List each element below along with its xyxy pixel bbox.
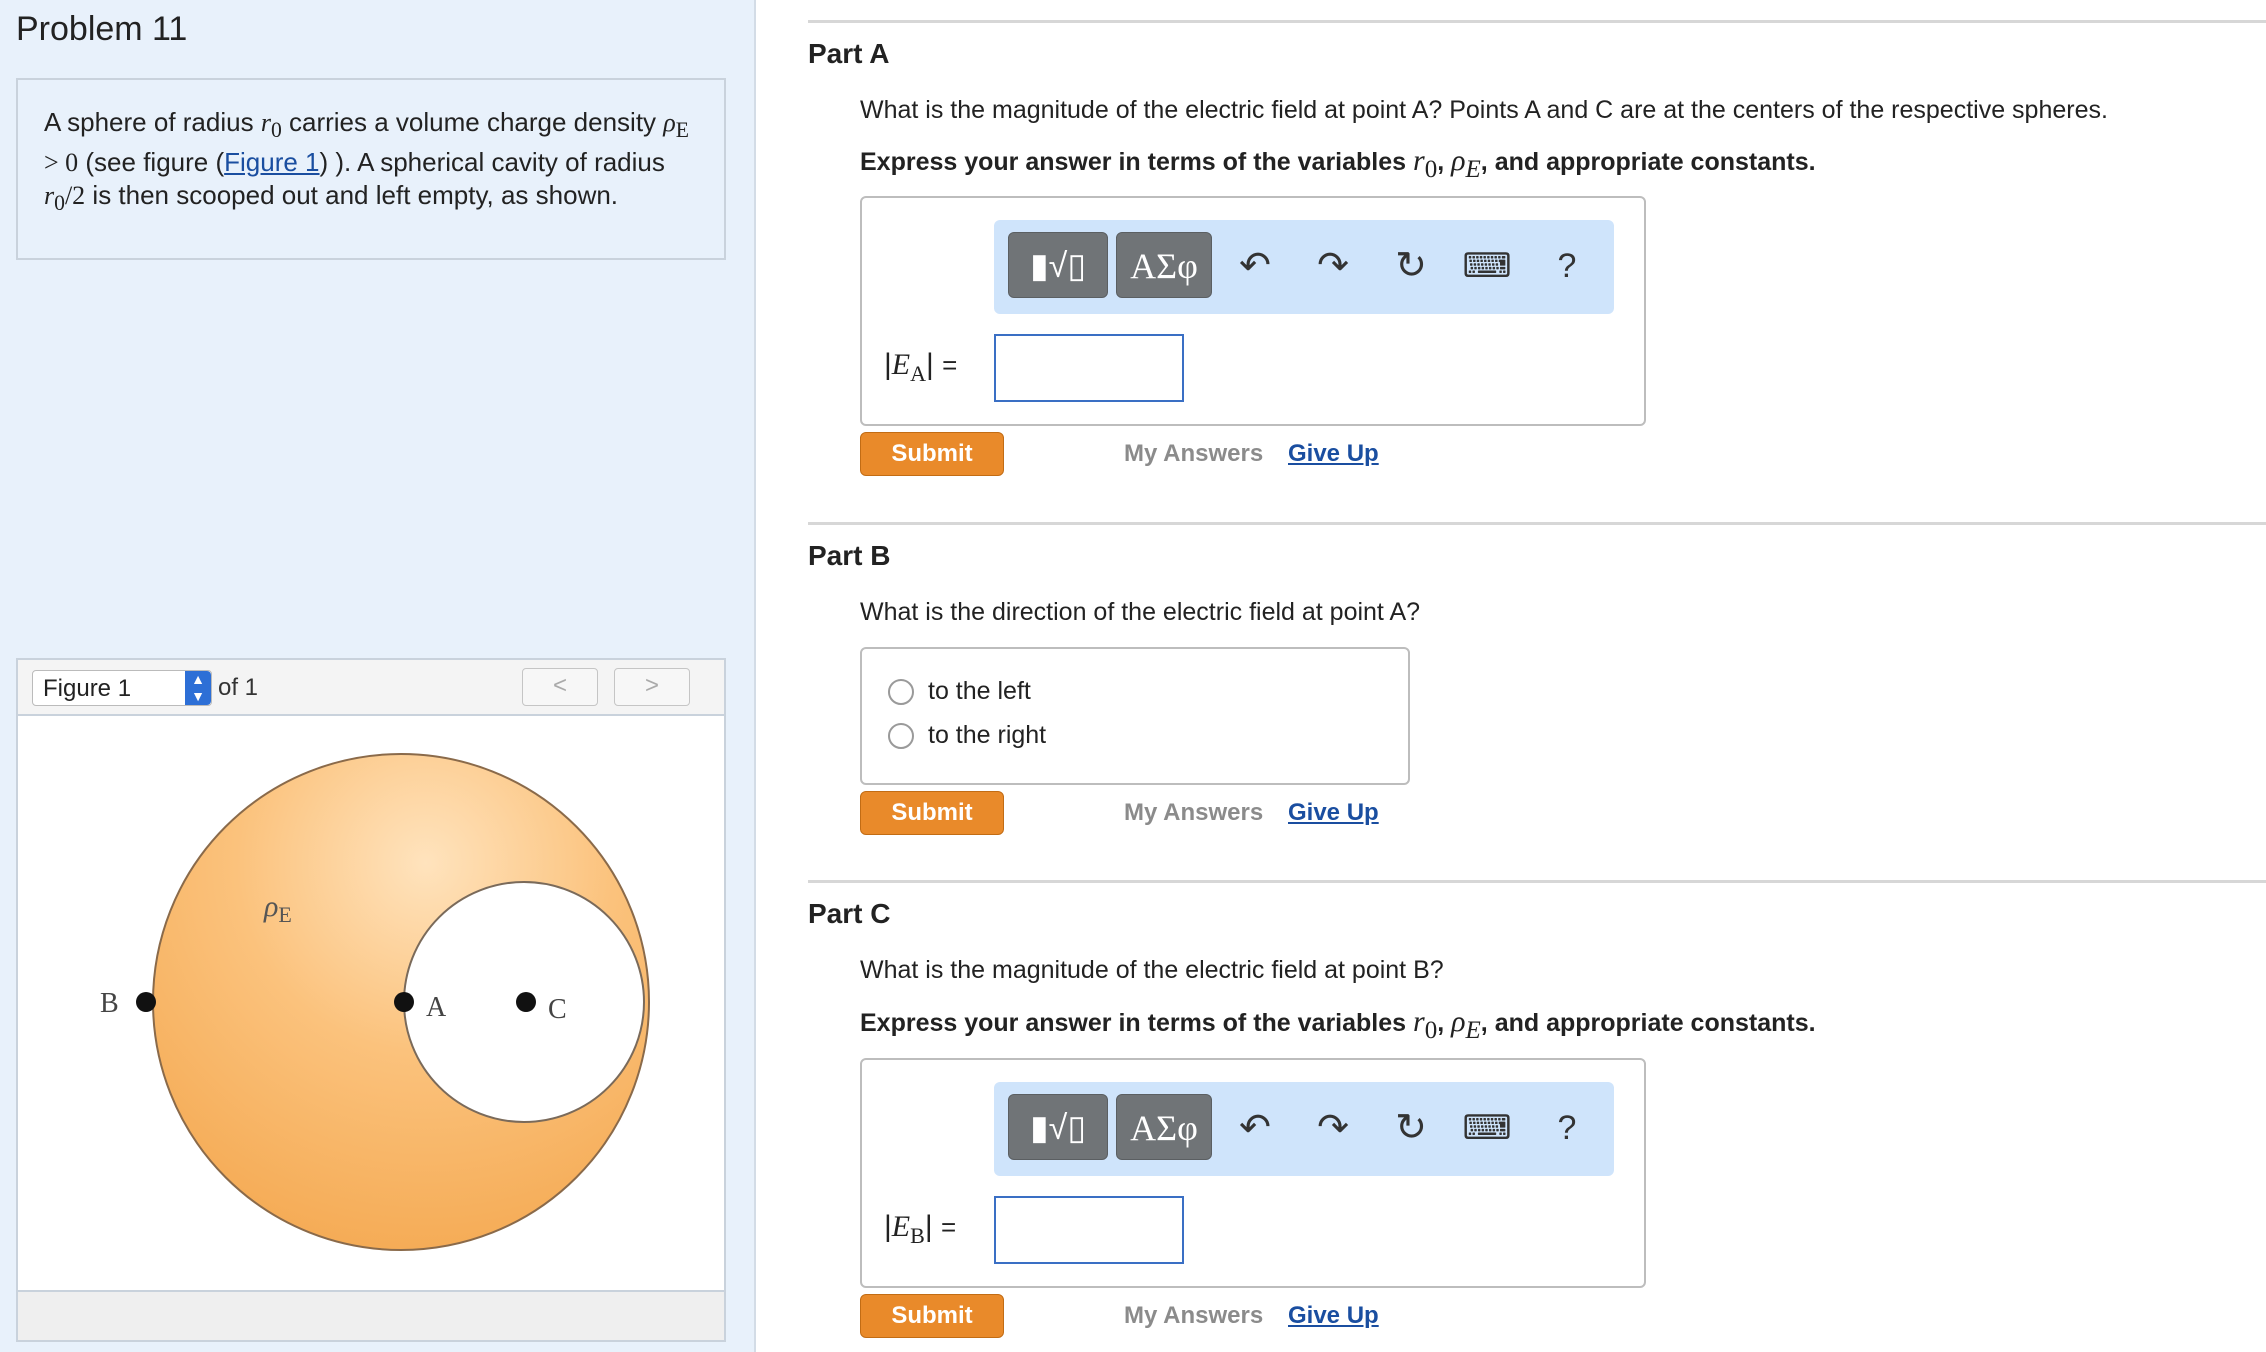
point-A-dot: [394, 992, 414, 1012]
part-divider: [808, 880, 2266, 883]
point-B-dot: [136, 992, 156, 1012]
part-c-my-answers: My Answers: [1124, 1302, 1264, 1329]
part-c-submit-button[interactable]: Submit: [860, 1294, 1004, 1338]
chevron-left-icon: <: [552, 672, 567, 699]
part-c-question: What is the magnitude of the electric fi…: [860, 956, 1444, 984]
point-C-dot: [516, 992, 536, 1012]
undo-icon[interactable]: ↶: [1230, 1100, 1280, 1156]
problem-text: is then scooped out and left empty, as s…: [85, 180, 619, 211]
part-c-title: Part C: [808, 898, 891, 929]
templates-icon[interactable]: ▮√▯: [1008, 1094, 1108, 1160]
part-c-give-up-link[interactable]: Give Up: [1288, 1302, 1379, 1330]
part-c-answer-box: ▮√▯ ΑΣφ ↶ ↷ ↻ ⌨ ? |EB| =: [860, 1058, 1646, 1288]
redo-icon[interactable]: ↷: [1308, 238, 1358, 294]
math-r: r0: [260, 108, 282, 143]
radio-button[interactable]: [888, 679, 914, 706]
part-a-submit-button[interactable]: Submit: [860, 432, 1004, 476]
problem-text: carries a volume charge density: [281, 107, 664, 137]
figure-select[interactable]: Figure 1 ▲ ▼: [32, 670, 212, 706]
label-A: A: [426, 992, 447, 1023]
part-b-question: What is the direction of the electric fi…: [860, 598, 1421, 626]
previous-figure-button[interactable]: <: [522, 668, 598, 706]
keyboard-icon[interactable]: ⌨: [1462, 238, 1512, 294]
part-a-instruction: Express your answer in terms of the vari…: [860, 144, 1816, 183]
next-figure-button[interactable]: >: [614, 668, 690, 706]
part-a-title: Part A: [808, 38, 890, 69]
part-b-submit-button[interactable]: Submit: [860, 791, 1004, 835]
keyboard-icon[interactable]: ⌨: [1462, 1100, 1512, 1156]
answer-label-EA: |EA| =: [884, 348, 958, 386]
reset-icon[interactable]: ↻: [1386, 238, 1436, 294]
part-c-instruction: Express your answer in terms of the vari…: [860, 1005, 1816, 1044]
select-arrows-icon: ▲ ▼: [185, 671, 211, 705]
part-a-give-up-link[interactable]: Give Up: [1288, 440, 1379, 468]
answer-label-EB: |EB| =: [884, 1210, 957, 1248]
redo-icon[interactable]: ↷: [1308, 1100, 1358, 1156]
answer-input-EB[interactable]: [994, 1196, 1184, 1264]
left-panel: Problem 11 A sphere of radius r0 carries…: [0, 0, 756, 1352]
problem-text: ) ). A spherical cavity of radius: [319, 147, 665, 178]
greek-letters-icon[interactable]: ΑΣφ: [1116, 1094, 1212, 1160]
sphere-figure: ρE B A C: [100, 753, 650, 1251]
problem-text: A sphere of radius: [44, 107, 261, 137]
label-B: B: [100, 988, 119, 1019]
math-gt-zero: > 0: [44, 148, 79, 178]
part-b-give-up-link[interactable]: Give Up: [1288, 799, 1379, 827]
problem-text: (see figure (: [78, 147, 225, 178]
problem-statement: A sphere of radius r0 carries a volume c…: [16, 78, 726, 260]
option-to-the-left[interactable]: to the left: [888, 677, 1031, 706]
part-b-title: Part B: [808, 540, 891, 571]
help-icon[interactable]: ?: [1542, 1100, 1592, 1156]
templates-icon[interactable]: ▮√▯: [1008, 232, 1108, 298]
figure-count: of 1: [218, 674, 259, 701]
radio-button[interactable]: [888, 723, 914, 750]
figure-canvas: ρE B A C: [16, 714, 726, 1292]
undo-icon[interactable]: ↶: [1230, 238, 1280, 294]
part-divider: [808, 522, 2266, 525]
figure-footer: [16, 1290, 726, 1342]
figure-select-value: Figure 1: [43, 675, 132, 702]
part-a-my-answers: My Answers: [1124, 440, 1264, 467]
help-icon[interactable]: ?: [1542, 238, 1592, 294]
greek-letters-icon[interactable]: ΑΣφ: [1116, 232, 1212, 298]
chevron-right-icon: >: [644, 672, 659, 699]
answer-input-EA[interactable]: [994, 334, 1184, 402]
figure-navigation-bar: Figure 1 ▲ ▼ of 1 < >: [16, 658, 726, 714]
math-toolbar: ▮√▯ ΑΣφ ↶ ↷ ↻ ⌨ ?: [994, 220, 1614, 314]
figure-link[interactable]: Figure 1: [224, 147, 319, 177]
math-rho: ρE: [663, 108, 689, 143]
math-toolbar: ▮√▯ ΑΣφ ↶ ↷ ↻ ⌨ ?: [994, 1082, 1614, 1176]
reset-icon[interactable]: ↻: [1386, 1100, 1436, 1156]
option-to-the-right[interactable]: to the right: [888, 721, 1046, 750]
math-r-half: r0/2: [44, 181, 86, 216]
part-a-question: What is the magnitude of the electric fi…: [860, 96, 2108, 124]
part-b-options: to the left to the right: [860, 647, 1410, 785]
part-a-answer-box: ▮√▯ ΑΣφ ↶ ↷ ↻ ⌨ ? |EA| =: [860, 196, 1646, 426]
problem-title: Problem 11: [16, 10, 188, 48]
part-b-my-answers: My Answers: [1124, 799, 1264, 826]
part-divider: [808, 20, 2266, 23]
label-C: C: [548, 994, 567, 1025]
